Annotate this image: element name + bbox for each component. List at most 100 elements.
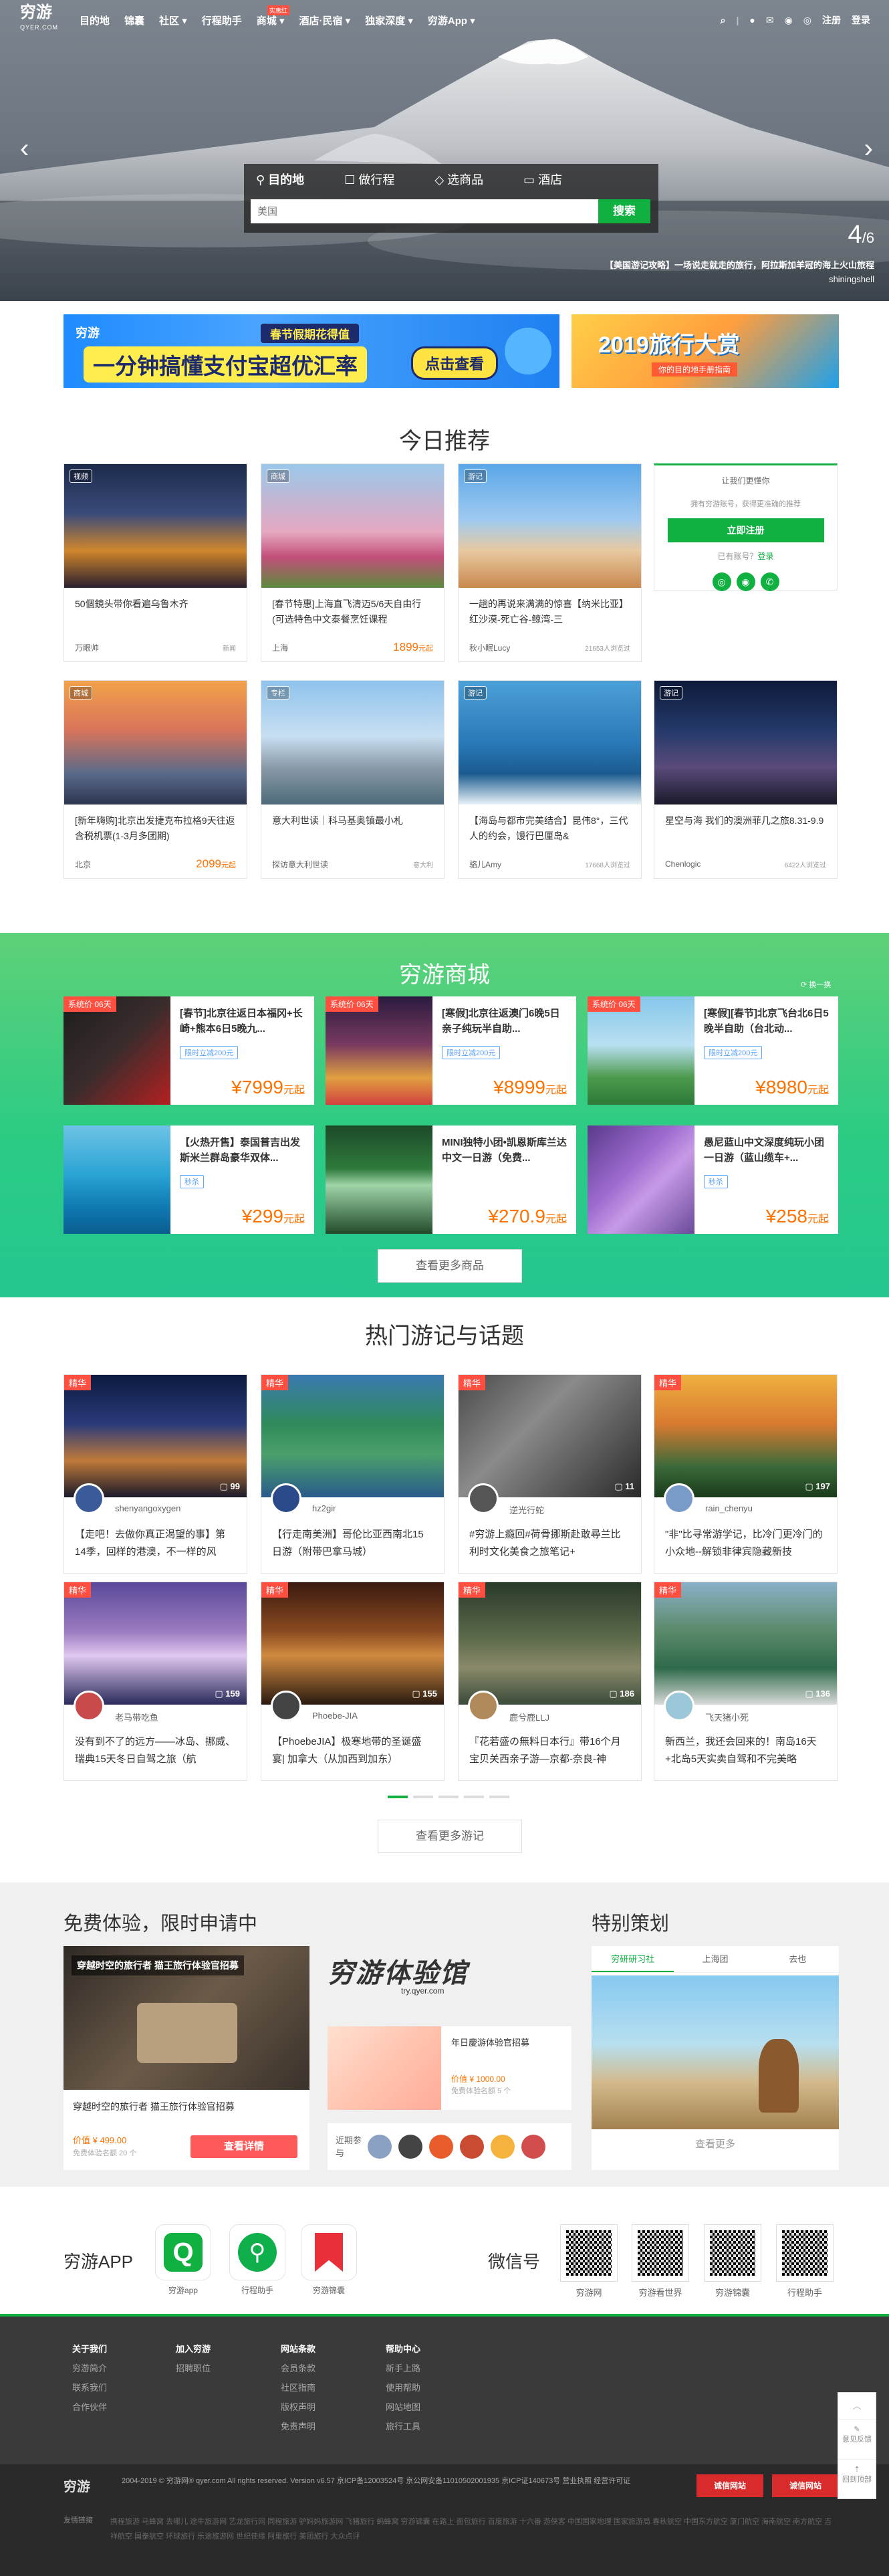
card-image[interactable]: 游记 — [459, 681, 641, 804]
pager-dot-active[interactable] — [388, 1796, 408, 1798]
site-logo[interactable]: 穷游 QYER.COM — [20, 5, 58, 35]
tab-special-0[interactable]: 穷研研习社 — [592, 1946, 674, 1972]
username[interactable]: 鹿兮鹿LLJ — [509, 1711, 549, 1723]
travelogue-image[interactable]: 精华 ▢ 197 — [654, 1375, 837, 1497]
slide-caption[interactable]: 【美国游记攻略】一场说走就走的旅行，阿拉斯加羊冠的海上火山旅程 shiningsh… — [605, 258, 874, 286]
avatar[interactable] — [468, 1483, 499, 1514]
card-title[interactable]: [新年嗨购]北京出发捷克布拉格9天往返含税机票(1-3月多团期) — [64, 804, 247, 850]
recommend-card[interactable]: 游记 星空与海 我们的澳洲菲几之旅8.31-9.9 Chenlogic 6422… — [654, 680, 838, 879]
pager-dot[interactable] — [438, 1796, 459, 1798]
nav-item-destination[interactable]: 目的地 — [80, 13, 110, 27]
nav-item-hotel[interactable]: 酒店·民宿 ▾ — [299, 13, 351, 27]
mall-item[interactable]: 系统价 06天 [寒假][春节]北京飞台北6日5晚半自助（台北动... 限时立减… — [588, 996, 838, 1105]
footer-link[interactable]: 版权声明 — [281, 2397, 315, 2417]
card-author[interactable]: 骆儿Amy — [469, 859, 501, 870]
card-author[interactable]: 探访意大利世读 — [272, 859, 328, 870]
avatar[interactable] — [398, 2135, 422, 2159]
travelogue-image[interactable]: 精华 ▢ 155 — [261, 1582, 444, 1705]
mall-item[interactable]: 愚尼蓝山中文深度纯玩小团一日游（蓝山缆车+... 秒杀 ¥258元起 — [588, 1125, 838, 1234]
travelogue-card[interactable]: 精华 ▢ 11 逆光行蛇 #穷游上瘾回#荷骨挪斯赴敢尋兰比利时文化美食之旅笔记+ — [458, 1374, 642, 1574]
wechat-login-icon[interactable]: ✆ — [760, 572, 779, 591]
more-travelogues-button[interactable]: 查看更多游记 — [378, 1820, 522, 1853]
recommend-card[interactable]: 游记 【海岛与都市完美结合】昆伟8°，三代人的约会，馒行巴厘岛& 骆儿Amy 1… — [458, 680, 642, 879]
travelogue-card[interactable]: 精华 ▢ 99 shenyangoxygen 【走吧！去做你真正渴望的事】第14… — [64, 1374, 247, 1574]
qq-login-icon[interactable]: ◎ — [712, 572, 731, 591]
card-author[interactable]: 上海 — [272, 642, 288, 653]
card-image[interactable]: 商城 — [64, 681, 247, 804]
nav-item-planner[interactable]: 行程助手 — [202, 13, 242, 27]
card-author[interactable]: Chenlogic — [665, 859, 701, 869]
recommend-card[interactable]: 游记 一趟的再说来满满的惊喜【纳米比亚】红沙漠-死亡谷-鲸湾-三 秋小眠Lucy… — [458, 463, 642, 662]
mall-item-title[interactable]: [寒假][春节]北京飞台北6日5晚半自助（台北动... — [704, 1006, 830, 1037]
tab-destination[interactable]: ⚲ 目的地 — [256, 171, 304, 188]
avatar[interactable] — [521, 2135, 545, 2159]
footer-link[interactable]: 新手上路 — [386, 2359, 420, 2378]
search-button[interactable]: 搜索 — [598, 199, 650, 223]
mall-item[interactable]: MINI独特小团•凯恩斯库兰达中文一日游（免费... ¥270.9元起 — [326, 1125, 576, 1234]
travelogue-card[interactable]: 精华 ▢ 155 Phoebe-JIA 【PhoebeJIA】极寒地带的圣诞盛宴… — [261, 1582, 444, 1781]
nav-item-depth[interactable]: 独家深度 ▾ — [365, 13, 413, 27]
card-title[interactable]: 意大利世读｜科马基奥镇最小札 — [261, 804, 444, 850]
nav-item-app[interactable]: 穷游App ▾ — [428, 13, 475, 27]
special-image[interactable] — [592, 1975, 839, 2129]
avatar[interactable] — [664, 1691, 694, 1721]
mall-item-image[interactable] — [64, 1125, 170, 1234]
next-slide-icon[interactable]: › — [864, 134, 873, 164]
card-image[interactable]: 视频 — [64, 464, 247, 588]
username[interactable]: 老马带吃鱼 — [115, 1711, 158, 1723]
recommend-card[interactable]: 专栏 意大利世读｜科马基奥镇最小札 探访意大利世读 意大利 — [261, 680, 444, 879]
travelogue-image[interactable]: 精华 ▢ 136 — [654, 1582, 837, 1705]
username[interactable]: 飞天猪小死 — [705, 1711, 749, 1723]
alipay-banner[interactable]: 穷游 春节假期花得值 一分钟搞懂支付宝超优汇率 点击查看 — [64, 314, 559, 388]
travelogue-image[interactable]: 精华 ▢ 186 — [459, 1582, 641, 1705]
nav-item-community[interactable]: 社区 ▾ — [159, 13, 187, 27]
travelogue-title[interactable]: 没有到不了的远方——冰岛、挪威、瑞典15天冬日自驾之旅（航 — [75, 1733, 236, 1768]
footer-link[interactable]: 社区指南 — [281, 2378, 315, 2397]
travelogue-card[interactable]: 精华 hz2gir 【行走南美洲】哥伦比亚西南北15日游（附带巴拿马城） — [261, 1374, 444, 1574]
card-author[interactable]: 秋小眠Lucy — [469, 642, 510, 653]
avatar[interactable] — [271, 1691, 301, 1721]
username[interactable]: 逆光行蛇 — [509, 1503, 544, 1516]
nav-item-guides[interactable]: 锦囊 — [124, 13, 144, 27]
trust-badge[interactable]: 诚信网站 — [696, 2474, 763, 2497]
avatar[interactable] — [491, 2135, 515, 2159]
footer-link[interactable]: 会员条款 — [281, 2359, 315, 2378]
mall-item-title[interactable]: MINI独特小团•凯恩斯库兰达中文一日游（免费... — [442, 1135, 567, 1166]
chevron-up-icon[interactable]: ︿ — [838, 2393, 876, 2420]
trial-side-card[interactable]: 年日慶游体验官招募 价值 ¥ 1000.00 免费体验名额 5 个 — [328, 2026, 572, 2110]
travelogue-title[interactable]: 【行走南美洲】哥伦比亚西南北15日游（附带巴拿马城） — [272, 1526, 433, 1561]
username[interactable]: hz2gir — [312, 1503, 336, 1513]
card-title[interactable]: 50個鏡头带你看遍乌鲁木齐 — [64, 588, 247, 633]
award-banner[interactable]: 2019旅行大赏 你的目的地手册指南 — [572, 314, 839, 388]
tab-products[interactable]: ◇ 选商品 — [434, 171, 483, 188]
card-image[interactable]: 游记 — [654, 681, 837, 804]
qq-icon[interactable]: ◎ — [803, 15, 811, 26]
register-button[interactable]: 立即注册 — [667, 518, 824, 542]
banner-cta-button[interactable]: 点击查看 — [411, 346, 499, 380]
footer-link[interactable]: 招聘职位 — [176, 2359, 211, 2378]
card-title[interactable]: 一趟的再说来满满的惊喜【纳米比亚】红沙漠-死亡谷-鲸湾-三 — [459, 588, 641, 633]
login-link[interactable]: 登录 — [852, 13, 870, 27]
footer-link[interactable]: 使用帮助 — [386, 2378, 420, 2397]
login-link-box[interactable]: 登录 — [758, 552, 774, 561]
card-title[interactable]: [春节特惠]上海直飞清迈5/6天自由行(可选特色中文泰餐烹饪课程 — [261, 588, 444, 633]
avatar[interactable] — [429, 2135, 453, 2159]
friend-links[interactable]: 携程旅游 马蜂窝 去哪儿 途牛旅游网 艺龙旅行网 同程旅游 驴妈妈旅游网 飞猪旅… — [110, 2514, 839, 2544]
footer-link[interactable]: 联系我们 — [72, 2378, 107, 2397]
travelogue-title[interactable]: 【走吧！去做你真正渴望的事】第14季，回样的港澳，不一样的风 — [75, 1526, 236, 1561]
recommend-card[interactable]: 视频 50個鏡头带你看遍乌鲁木齐 万眼帅 新闻 — [64, 463, 247, 662]
mall-item[interactable]: 【火热开售】泰国普吉出发斯米兰群岛豪华双体... 秒杀 ¥299元起 — [64, 1125, 314, 1234]
mall-item-image[interactable] — [588, 1125, 694, 1234]
avatar[interactable] — [74, 1483, 104, 1514]
mall-item-title[interactable]: [春节]北京往返日本福冈+长崎+熊本6日5晚九... — [180, 1006, 305, 1037]
username[interactable]: rain_chenyu — [705, 1503, 753, 1513]
mall-item-title[interactable]: 愚尼蓝山中文深度纯玩小团一日游（蓝山缆车+... — [704, 1135, 830, 1166]
travelogue-image[interactable]: 精华 ▢ 159 — [64, 1582, 247, 1705]
tab-special-1[interactable]: 上海团 — [674, 1946, 756, 1972]
avatar[interactable] — [664, 1483, 694, 1514]
mall-item[interactable]: 系统价 06天 [寒假]北京往返澳门6晚5日亲子纯玩半自助... 限时立减200… — [326, 996, 576, 1105]
card-image[interactable]: 商城 — [261, 464, 444, 588]
mall-item[interactable]: 系统价 06天 [春节]北京往返日本福冈+长崎+熊本6日5晚九... 限时立减2… — [64, 996, 314, 1105]
trial-apply-button[interactable]: 查看详情 — [190, 2135, 297, 2158]
message-icon[interactable]: ✉ — [766, 15, 774, 26]
